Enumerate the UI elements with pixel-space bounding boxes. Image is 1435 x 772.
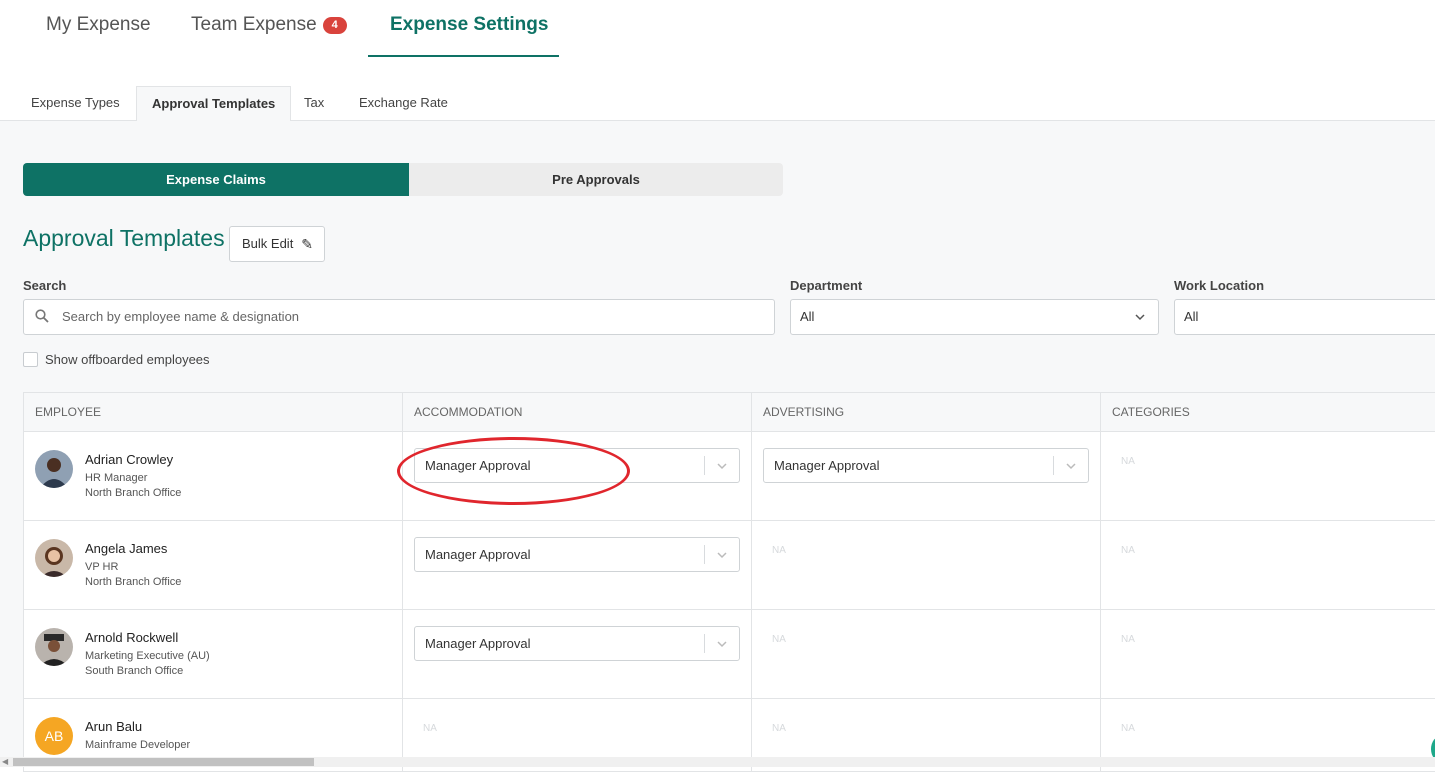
avatar: [35, 539, 73, 577]
active-tab-indicator: [368, 55, 559, 57]
na-value: NA: [772, 723, 786, 734]
employee-title: Marketing Executive (AU): [85, 650, 210, 662]
department-value: All: [800, 309, 815, 324]
na-value: NA: [423, 723, 437, 734]
page-title: Approval Templates: [23, 225, 225, 251]
segment-expense-claims[interactable]: Expense Claims: [23, 163, 409, 196]
sub-nav: Expense Types Approval Templates Tax Exc…: [0, 86, 1435, 122]
table-row: Adrian Crowley HR Manager North Branch O…: [24, 432, 1435, 521]
advertising-cell: Manager Approval: [752, 432, 1101, 521]
search-icon: [35, 309, 49, 323]
chevron-down-icon: [1135, 314, 1145, 321]
subtab-tax[interactable]: Tax: [289, 86, 339, 121]
highlight-annotation: [397, 437, 630, 505]
work-location-select[interactable]: All: [1174, 299, 1435, 335]
advertising-cell: NA: [752, 610, 1101, 699]
header-advertising: ADVERTISING: [752, 393, 1101, 432]
search-label: Search: [23, 278, 67, 293]
na-value: NA: [1121, 545, 1135, 556]
accommodation-cell: Manager Approval: [403, 610, 752, 699]
avatar: [35, 450, 73, 488]
approval-dropdown[interactable]: Manager Approval: [414, 626, 740, 661]
employee-title: HR Manager: [85, 472, 148, 484]
scroll-left-icon[interactable]: ◀: [2, 757, 8, 767]
tab-team-expense[interactable]: Team Expense 4: [191, 14, 347, 36]
tab-my-expense[interactable]: My Expense: [46, 14, 151, 36]
categories-cell: NA: [1101, 432, 1435, 521]
work-location-value: All: [1184, 309, 1199, 324]
work-location-label: Work Location: [1174, 278, 1265, 293]
employee-cell: Arnold Rockwell Marketing Executive (AU)…: [24, 610, 403, 699]
department-select[interactable]: All: [790, 299, 1159, 335]
categories-cell: NA: [1101, 521, 1435, 610]
header-employee: EMPLOYEE: [24, 393, 403, 432]
dropdown-separator: [1053, 456, 1054, 475]
pencil-icon: ✎: [301, 236, 313, 252]
dropdown-separator: [704, 456, 705, 475]
notification-badge: 4: [322, 17, 347, 34]
offboarded-toggle[interactable]: Show offboarded employees: [23, 352, 210, 367]
na-value: NA: [1121, 723, 1135, 734]
tab-team-expense-label: Team Expense: [191, 14, 317, 35]
approval-dropdown-value: Manager Approval: [425, 636, 531, 651]
horizontal-scrollbar[interactable]: ◀: [0, 757, 1435, 767]
bulk-edit-button[interactable]: Bulk Edit ✎: [229, 226, 325, 262]
employee-cell: Adrian Crowley HR Manager North Branch O…: [24, 432, 403, 521]
na-value: NA: [1121, 456, 1135, 467]
search-input[interactable]: Search by employee name & designation: [23, 299, 775, 335]
employee-office: North Branch Office: [85, 576, 182, 588]
chevron-down-icon: [717, 552, 727, 559]
dropdown-separator: [704, 545, 705, 564]
chevron-down-icon: [717, 641, 727, 648]
employee-office: North Branch Office: [85, 487, 182, 499]
top-nav: My Expense Team Expense 4 Expense Setting…: [0, 0, 1435, 60]
chevron-down-icon: [1066, 463, 1076, 470]
advertising-cell: NA: [752, 521, 1101, 610]
main-content: Expense Claims Pre Approvals Approval Te…: [0, 121, 1435, 772]
approval-dropdown-value: Manager Approval: [425, 547, 531, 562]
subtab-approval-templates[interactable]: Approval Templates: [136, 86, 292, 122]
avatar: [35, 628, 73, 666]
employee-title: Mainframe Developer: [85, 739, 191, 751]
employee-name[interactable]: Arun Balu: [85, 719, 142, 734]
scrollbar-thumb[interactable]: [13, 758, 314, 766]
approval-dropdown-value: Manager Approval: [774, 458, 880, 473]
bulk-edit-label: Bulk Edit: [242, 236, 294, 251]
employee-title: VP HR: [85, 561, 119, 573]
table-row: Arnold Rockwell Marketing Executive (AU)…: [24, 610, 1435, 699]
search-placeholder: Search by employee name & designation: [62, 309, 300, 324]
header-categories: CATEGORIES: [1101, 393, 1435, 432]
segment-pre-approvals[interactable]: Pre Approvals: [409, 163, 783, 196]
na-value: NA: [772, 545, 786, 556]
avatar-initials: AB: [35, 717, 73, 755]
categories-cell: NA: [1101, 610, 1435, 699]
employee-office: South Branch Office: [85, 665, 184, 677]
department-label: Department: [790, 278, 863, 293]
dropdown-separator: [704, 634, 705, 653]
employee-name[interactable]: Arnold Rockwell: [85, 630, 178, 645]
table-row: Angela James VP HR North Branch Office M…: [24, 521, 1435, 610]
employee-name[interactable]: Angela James: [85, 541, 167, 556]
subtab-expense-types[interactable]: Expense Types: [16, 86, 135, 121]
approval-dropdown[interactable]: Manager Approval: [414, 537, 740, 572]
approval-table: EMPLOYEE ACCOMMODATION ADVERTISING CATEG…: [23, 392, 1435, 772]
chevron-down-icon: [717, 463, 727, 470]
employee-cell: Angela James VP HR North Branch Office: [24, 521, 403, 610]
accommodation-cell: Manager Approval: [403, 521, 752, 610]
offboarded-checkbox[interactable]: [23, 352, 38, 367]
na-value: NA: [1121, 634, 1135, 645]
header-accommodation: ACCOMMODATION: [403, 393, 752, 432]
subtab-exchange-rate[interactable]: Exchange Rate: [344, 86, 463, 121]
offboarded-label: Show offboarded employees: [45, 352, 210, 367]
employee-name[interactable]: Adrian Crowley: [85, 452, 173, 467]
tab-expense-settings[interactable]: Expense Settings: [390, 14, 548, 36]
na-value: NA: [772, 634, 786, 645]
approval-dropdown[interactable]: Manager Approval: [763, 448, 1089, 483]
